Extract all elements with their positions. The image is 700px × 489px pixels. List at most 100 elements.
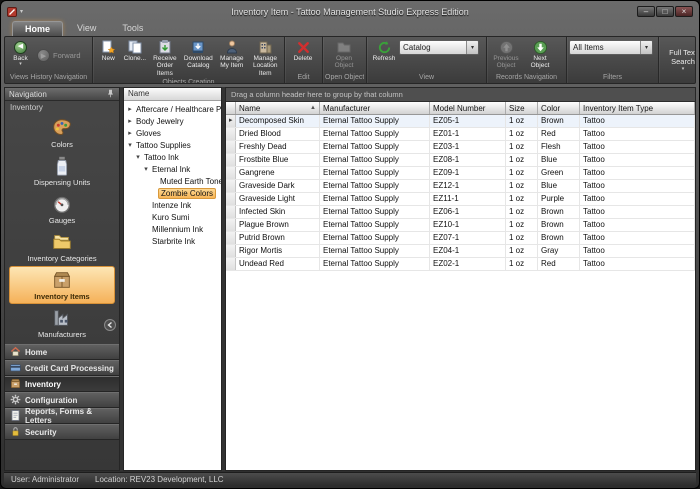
close-button[interactable]: ×: [675, 6, 693, 17]
sidebar-item-reports-forms-letters[interactable]: Reports, Forms & Letters: [5, 408, 119, 424]
tree-item-muted-earth-tones[interactable]: Muted Earth Tones: [124, 175, 221, 187]
cell-model-number: EZ06-1: [430, 206, 506, 218]
tree-item-zombie-colors[interactable]: Zombie Colors: [124, 187, 221, 199]
back-button[interactable]: ◀ Back ▾: [7, 38, 34, 68]
group-label: Records Navigation: [489, 73, 564, 83]
column-header-name[interactable]: Name▲: [236, 102, 320, 114]
tree-item-label: Eternal Ink: [150, 165, 192, 174]
tree-column-header[interactable]: Name: [124, 88, 221, 101]
clone-button[interactable]: Clone...: [122, 38, 149, 63]
column-header-color[interactable]: Color: [538, 102, 580, 114]
sidebar-item-inventory[interactable]: Inventory: [5, 376, 119, 392]
next-object-button[interactable]: Next Object: [523, 38, 557, 71]
manage-location-item-button[interactable]: Manage Location Item: [249, 38, 282, 78]
table-row[interactable]: Undead RedEternal Tattoo SupplyEZ02-11 o…: [226, 258, 695, 271]
next-object-label: Next Object: [524, 55, 556, 70]
table-row[interactable]: GangreneEternal Tattoo SupplyEZ09-11 ozG…: [226, 167, 695, 180]
cell-name: Undead Red: [236, 258, 320, 270]
table-row[interactable]: Putrid BrownEternal Tattoo SupplyEZ07-11…: [226, 232, 695, 245]
table-row[interactable]: Graveside LightEternal Tattoo SupplyEZ11…: [226, 193, 695, 206]
column-header-inventory-item-type[interactable]: Inventory Item Type: [580, 102, 695, 114]
view-mode-combo[interactable]: Catalog ▾: [399, 40, 479, 55]
table-row[interactable]: Dried BloodEternal Tattoo SupplyEZ01-11 …: [226, 128, 695, 141]
forward-button[interactable]: ▶ Forward: [34, 47, 84, 64]
pin-icon[interactable]: [106, 89, 115, 100]
column-header-manufacturer[interactable]: Manufacturer: [320, 102, 430, 114]
tree-item-kuro-sumi[interactable]: Kuro Sumi: [124, 211, 221, 223]
tree-item-gloves[interactable]: ▸Gloves: [124, 127, 221, 139]
nav-tile-gauges[interactable]: Gauges: [9, 190, 115, 228]
table-row[interactable]: Infected SkinEternal Tattoo SupplyEZ06-1…: [226, 206, 695, 219]
cell-inventory-item-type: Tattoo: [580, 167, 695, 179]
sidebar-item-label: Credit Card Processing: [25, 364, 114, 373]
tree-item-label: Starbrite Ink: [150, 237, 197, 246]
full-text-search-button[interactable]: Full Text Search ▾: [661, 38, 696, 83]
tree-item-body-jewelry[interactable]: ▸Body Jewelry: [124, 115, 221, 127]
chevron-down-icon[interactable]: ▾: [640, 41, 652, 54]
delete-button[interactable]: Delete: [287, 38, 319, 63]
manage-my-item-button[interactable]: Manage My Item: [215, 38, 248, 71]
ribbon-tabs: Home View Tools: [4, 19, 696, 36]
row-indicator: [226, 206, 236, 218]
tree-item-intenze-ink[interactable]: Intenze Ink: [124, 199, 221, 211]
download-catalog-button[interactable]: Download Catalog: [182, 38, 215, 71]
nav-tile-inventory-items[interactable]: Inventory Items: [9, 266, 115, 304]
report-icon: [10, 410, 21, 423]
tab-view[interactable]: View: [65, 21, 108, 36]
column-header-size[interactable]: Size: [506, 102, 538, 114]
open-object-button[interactable]: Open Object: [325, 38, 363, 71]
filters-combo[interactable]: All Items ▾: [569, 40, 653, 55]
sidebar-item-credit-card-processing[interactable]: Credit Card Processing: [5, 360, 119, 376]
column-header-model-number[interactable]: Model Number: [430, 102, 506, 114]
chevron-down-icon[interactable]: ▾: [466, 41, 478, 54]
previous-object-button[interactable]: Previous Object: [489, 38, 523, 71]
factory-icon: [51, 307, 73, 329]
table-row[interactable]: Frostbite BlueEternal Tattoo SupplyEZ08-…: [226, 154, 695, 167]
cell-size: 1 oz: [506, 128, 538, 140]
nav-collapse-button[interactable]: [104, 318, 116, 336]
minimize-button[interactable]: –: [637, 6, 655, 17]
group-by-bar[interactable]: Drag a column header here to group by th…: [226, 88, 695, 102]
tree-collapsed-icon[interactable]: ▸: [126, 129, 134, 137]
tree-item-eternal-ink[interactable]: ▾Eternal Ink: [124, 163, 221, 175]
chevron-down-icon: ▾: [682, 67, 685, 72]
inventory-grid-panel: Drag a column header here to group by th…: [225, 87, 696, 471]
tree-collapsed-icon[interactable]: ▸: [126, 105, 134, 113]
column-header-label: Color: [541, 104, 560, 113]
folders-icon: [51, 231, 73, 253]
manage-my-item-label: Manage My Item: [216, 55, 247, 70]
receive-order-items-button[interactable]: Receive Order Items: [148, 38, 181, 78]
cell-manufacturer: Eternal Tattoo Supply: [320, 258, 430, 270]
table-row[interactable]: Freshly DeadEternal Tattoo SupplyEZ03-11…: [226, 141, 695, 154]
tab-tools[interactable]: Tools: [110, 21, 155, 36]
tree-expanded-icon[interactable]: ▾: [142, 165, 150, 173]
table-row[interactable]: Graveside DarkEternal Tattoo SupplyEZ12-…: [226, 180, 695, 193]
cell-manufacturer: Eternal Tattoo Supply: [320, 167, 430, 179]
tree-expanded-icon[interactable]: ▾: [134, 153, 142, 161]
app-icon[interactable]: [7, 7, 17, 17]
tree-expanded-icon[interactable]: ▾: [126, 141, 134, 149]
new-button[interactable]: New: [95, 38, 122, 63]
tree-item-starbrite-ink[interactable]: Starbrite Ink: [124, 235, 221, 247]
tree-collapsed-icon[interactable]: ▸: [126, 117, 134, 125]
nav-tile-inventory-categories[interactable]: Inventory Categories: [9, 228, 115, 266]
titlebar-menu-arrow-icon[interactable]: ▾: [20, 8, 23, 15]
nav-tile-manufacturers[interactable]: Manufacturers: [9, 304, 115, 342]
table-row[interactable]: ▸Decomposed SkinEternal Tattoo SupplyEZ0…: [226, 115, 695, 128]
table-row[interactable]: Rigor MortisEternal Tattoo SupplyEZ04-11…: [226, 245, 695, 258]
group-label: Edit: [287, 73, 320, 83]
maximize-button[interactable]: □: [656, 6, 674, 17]
nav-tile-colors[interactable]: Colors: [9, 114, 115, 152]
tree-item-millennium-ink[interactable]: Millennium Ink: [124, 223, 221, 235]
table-row[interactable]: Plague BrownEternal Tattoo SupplyEZ10-11…: [226, 219, 695, 232]
nav-tile-dispensing-units[interactable]: Dispensing Units: [9, 152, 115, 190]
sidebar-item-security[interactable]: Security: [5, 424, 119, 440]
tab-home[interactable]: Home: [12, 21, 63, 36]
tree-item-tattoo-ink[interactable]: ▾Tattoo Ink: [124, 151, 221, 163]
sidebar-item-home[interactable]: Home: [5, 344, 119, 360]
group-label: Objects Creation: [95, 78, 282, 83]
tree-item-tattoo-supplies[interactable]: ▾Tattoo Supplies: [124, 139, 221, 151]
tree-item-aftercare-healthcare-prod[interactable]: ▸Aftercare / Healthcare Prod...: [124, 103, 221, 115]
sidebar-item-configuration[interactable]: Configuration: [5, 392, 119, 408]
refresh-button[interactable]: Refresh: [369, 38, 399, 63]
